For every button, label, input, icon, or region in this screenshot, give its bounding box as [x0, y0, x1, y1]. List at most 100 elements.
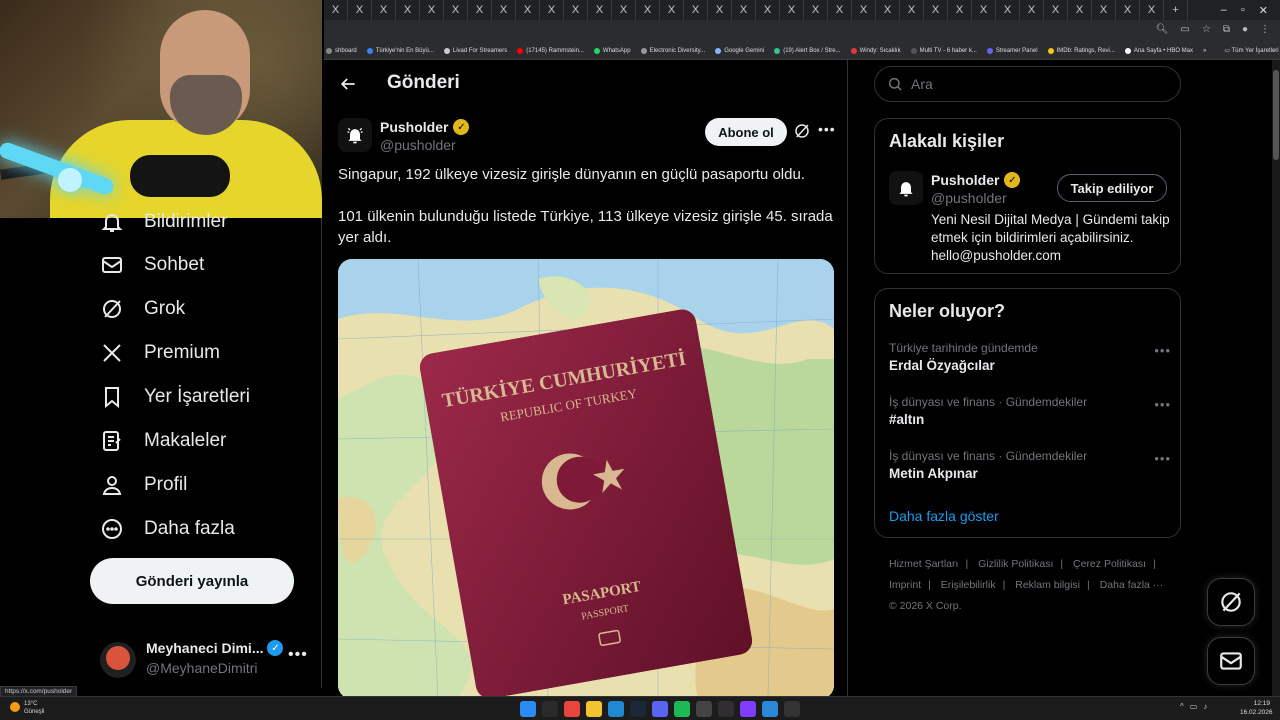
browser-tab[interactable]: X: [708, 0, 732, 20]
browser-tab[interactable]: X: [636, 0, 660, 20]
grok-fab-button[interactable]: [1207, 578, 1255, 626]
browser-tab[interactable]: X: [756, 0, 780, 20]
browser-tab[interactable]: X: [396, 0, 420, 20]
show-more-link[interactable]: Daha fazla göster: [889, 508, 999, 524]
browser-tab[interactable]: X: [996, 0, 1020, 20]
bookmark-item[interactable]: shboard: [326, 47, 357, 54]
browser-tab[interactable]: X: [468, 0, 492, 20]
bookmark-item[interactable]: WhatsApp: [593, 47, 631, 54]
footer-link[interactable]: Gizlilik Politikası: [978, 558, 1053, 570]
trend-item[interactable]: İş dünyası ve finans · Gündemdekiler Met…: [889, 449, 1171, 481]
sidebar-item-more[interactable]: Daha fazla: [100, 507, 235, 551]
footer-link[interactable]: Hizmet Şartları: [889, 558, 958, 570]
weather-widget[interactable]: 13°C Güneşli: [10, 700, 44, 716]
post-avatar[interactable]: [338, 118, 372, 152]
browser-tab[interactable]: X: [324, 0, 348, 20]
minimize-button[interactable]: –: [1221, 4, 1227, 17]
browser-tab[interactable]: X: [1092, 0, 1116, 20]
browser-tab[interactable]: X: [1020, 0, 1044, 20]
app-icon-2[interactable]: [740, 701, 756, 717]
app-icon[interactable]: [696, 701, 712, 717]
browser-tab[interactable]: X: [804, 0, 828, 20]
search-input[interactable]: [911, 76, 1151, 92]
subscribe-button[interactable]: Abone ol: [705, 118, 787, 146]
post-author-row[interactable]: Pusholder ✓: [380, 119, 470, 135]
chrome-icon[interactable]: [564, 701, 580, 717]
browser-tab[interactable]: X: [372, 0, 396, 20]
bookmarks-overflow[interactable]: »: [1203, 48, 1214, 54]
profile-icon[interactable]: ●: [1242, 24, 1248, 35]
sidebar-item-profile[interactable]: Profil: [100, 463, 187, 507]
all-bookmarks-folder[interactable]: ▭ Tüm Yer İşaretleri: [1224, 47, 1280, 54]
discord-icon[interactable]: [652, 701, 668, 717]
browser-tab[interactable]: X: [972, 0, 996, 20]
new-tab-button[interactable]: +: [1164, 0, 1188, 20]
sidebar-item-grok[interactable]: Grok: [100, 287, 185, 331]
trend-more-icon[interactable]: •••: [1154, 343, 1171, 358]
spotify-icon[interactable]: [674, 701, 690, 717]
sidebar-item-notifications[interactable]: Bildirimler: [100, 200, 227, 244]
search-box[interactable]: [874, 66, 1181, 102]
footer-link[interactable]: Imprint: [889, 579, 921, 591]
bookmark-item[interactable]: Windy: Sıcaklık: [850, 47, 901, 54]
trend-item[interactable]: Türkiye tarihinde gündemde Erdal Özyağcı…: [889, 341, 1171, 373]
cast-icon[interactable]: ▭: [1180, 24, 1189, 35]
following-button[interactable]: Takip ediliyor: [1057, 174, 1167, 202]
footer-link[interactable]: Çerez Politikası: [1073, 558, 1146, 570]
file-explorer-icon[interactable]: [586, 701, 602, 717]
sidebar-item-premium[interactable]: Premium: [100, 331, 220, 375]
browser-tab[interactable]: X: [732, 0, 756, 20]
clock[interactable]: 12:19 16.02.2026: [1240, 699, 1273, 717]
bookmark-item[interactable]: Türkiye'nin En Büyü...: [366, 47, 434, 54]
zoom-icon[interactable]: 🔍︎: [1156, 24, 1169, 35]
search-icon[interactable]: [542, 701, 558, 717]
maximize-button[interactable]: ▫: [1241, 4, 1245, 17]
tray-chevron-icon[interactable]: ^: [1180, 702, 1184, 711]
edge-icon[interactable]: [608, 701, 624, 717]
volume-icon[interactable]: ♪: [1203, 702, 1207, 711]
browser-tab[interactable]: X: [1140, 0, 1164, 20]
post-author-handle[interactable]: @pusholder: [380, 137, 456, 153]
bookmark-item[interactable]: Streamer Panel: [986, 47, 1038, 54]
sidebar-item-bookmarks[interactable]: Yer İşaretleri: [100, 375, 250, 419]
browser-tab[interactable]: X: [900, 0, 924, 20]
grok-taskbar-icon[interactable]: [784, 701, 800, 717]
footer-link[interactable]: Daha fazla ···: [1100, 579, 1164, 591]
browser-tab[interactable]: X: [420, 0, 444, 20]
related-handle[interactable]: @pusholder: [931, 190, 1007, 206]
bookmark-item[interactable]: IMDb: Ratings, Revi...: [1047, 47, 1115, 54]
browser-tab[interactable]: X: [684, 0, 708, 20]
extensions-icon[interactable]: ⧉: [1223, 24, 1230, 35]
browser-tab[interactable]: X: [828, 0, 852, 20]
browser-tab[interactable]: X: [348, 0, 372, 20]
browser-tab[interactable]: X: [852, 0, 876, 20]
browser-tab[interactable]: X: [1068, 0, 1092, 20]
browser-tab[interactable]: X: [660, 0, 684, 20]
obs-icon[interactable]: [718, 701, 734, 717]
related-avatar[interactable]: [889, 171, 923, 205]
browser-tab[interactable]: X: [948, 0, 972, 20]
browser-tab[interactable]: X: [564, 0, 588, 20]
account-more-icon[interactable]: •••: [288, 646, 308, 664]
trend-more-icon[interactable]: •••: [1154, 397, 1171, 412]
browser-tab[interactable]: X: [780, 0, 804, 20]
bookmark-item[interactable]: (17145) Rammstein...: [517, 47, 584, 54]
menu-icon[interactable]: ⋮: [1260, 24, 1270, 35]
messages-fab-button[interactable]: [1207, 637, 1255, 685]
sidebar-item-chat[interactable]: Sohbet: [100, 243, 204, 287]
back-arrow-icon[interactable]: [338, 74, 358, 94]
browser-tab[interactable]: X: [612, 0, 636, 20]
steam-icon[interactable]: [630, 701, 646, 717]
close-button[interactable]: ✕: [1259, 4, 1268, 17]
trend-item[interactable]: İş dünyası ve finans · Gündemdekiler #al…: [889, 395, 1171, 427]
bookmark-item[interactable]: (19) Alert Box / Stre...: [774, 47, 841, 54]
bookmark-item[interactable]: Livad For Streamers: [443, 47, 507, 54]
browser-tab[interactable]: X: [444, 0, 468, 20]
network-icon[interactable]: ▭: [1190, 702, 1198, 711]
post-more-icon[interactable]: •••: [818, 121, 836, 137]
trend-more-icon[interactable]: •••: [1154, 451, 1171, 466]
footer-link[interactable]: Erişilebilirlik: [941, 579, 996, 591]
footer-link[interactable]: Reklam bilgisi: [1015, 579, 1080, 591]
browser-tab[interactable]: X: [876, 0, 900, 20]
sidebar-item-articles[interactable]: Makaleler: [100, 419, 226, 463]
